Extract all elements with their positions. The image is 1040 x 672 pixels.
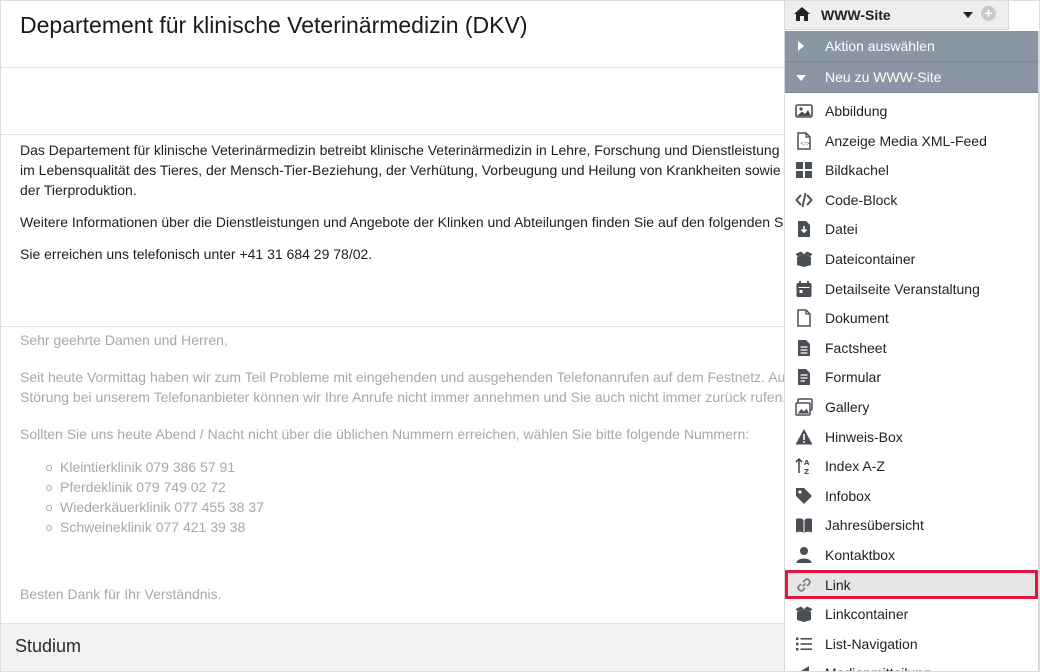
menu-item-dokument[interactable]: Dokument <box>785 303 1038 333</box>
menu-item-label: Dokument <box>825 310 889 327</box>
menu-item-gallery[interactable]: Gallery <box>785 392 1038 422</box>
person-icon <box>795 546 813 564</box>
menu-action-label: Aktion auswählen <box>825 38 935 54</box>
menu-item-label: Datei <box>825 221 858 238</box>
notice-paragraph: Seit heute Vormittag haben wir zum Teil … <box>20 369 787 405</box>
menu-item-kontaktbox[interactable]: Kontaktbox <box>785 540 1038 570</box>
menu-item-dateicontainer[interactable]: Dateicontainer <box>785 244 1038 274</box>
menu-item-label: Jahresübersicht <box>825 517 924 534</box>
menu-item-label: Medienmitteilung <box>825 665 931 671</box>
intro-paragraph: Das Departement für klinische Veterinärm… <box>20 142 781 198</box>
box-icon <box>795 250 813 268</box>
tag-icon <box>795 487 813 505</box>
menu-item-label: Formular <box>825 369 882 386</box>
section-title: Studium <box>15 636 82 656</box>
menu-new-label: Neu zu WWW-Site <box>825 69 942 85</box>
form-icon <box>795 368 813 386</box>
menu-item-label: Abbildung <box>825 103 888 119</box>
site-label: WWW-Site <box>821 7 891 23</box>
menu-item-medienmitteilung[interactable]: Medienmitteilung <box>785 658 1038 671</box>
document-icon <box>795 309 813 327</box>
menu-item-label: List-Navigation <box>825 635 918 652</box>
sort-az-icon: AZ <box>795 457 813 476</box>
menu-item-label: Gallery <box>825 398 870 415</box>
menu-item-anzeige-media-xml-feed[interactable]: </> Anzeige Media XML-Feed <box>785 126 1038 156</box>
site-dropdown-toggle[interactable]: WWW-Site + <box>784 1 1009 30</box>
menu-item-datei[interactable]: Datei <box>785 214 1038 244</box>
factsheet-icon <box>795 339 813 357</box>
book-icon <box>795 516 813 534</box>
code-icon <box>795 191 813 209</box>
calendar-icon <box>795 280 813 298</box>
caret-down-icon <box>796 75 806 81</box>
menu-item-label: Code-Block <box>825 191 898 208</box>
menu-item-label: Hinweis-Box <box>825 428 903 445</box>
menu-list: Abbildung </> Anzeige Media XML-Feed Bildka… <box>785 93 1038 671</box>
file-download-icon <box>795 220 813 238</box>
page-title: Departement für klinische Veterinärmediz… <box>20 12 528 38</box>
menu-item-formular[interactable]: Formular <box>785 362 1038 392</box>
svg-text:Z: Z <box>804 468 809 475</box>
svg-text:A: A <box>804 459 810 467</box>
menu-item-link[interactable]: Link <box>785 569 1038 600</box>
menu-item-hinweis-box[interactable]: Hinweis-Box <box>785 422 1038 452</box>
link-icon <box>795 576 813 594</box>
menu-action-select[interactable]: Aktion auswählen <box>785 31 1038 62</box>
menu-item-label: Index A-Z <box>825 458 885 475</box>
menu-item-label: Anzeige Media XML-Feed <box>825 132 987 149</box>
page: Departement für klinische Veterinärmediz… <box>0 0 1040 672</box>
chevron-down-icon[interactable] <box>963 12 973 18</box>
menu-item-label: Dateicontainer <box>825 250 916 267</box>
menu-item-infobox[interactable]: Infobox <box>785 481 1038 511</box>
tiles-icon <box>795 161 813 179</box>
menu-item-label: Linkcontainer <box>825 606 909 623</box>
menu-item-detailseite-veranstaltung[interactable]: Detailseite Veranstaltung <box>785 274 1038 304</box>
menu-item-list-navigation[interactable]: List-Navigation <box>785 629 1038 659</box>
home-icon <box>794 7 810 21</box>
add-icon[interactable]: + <box>981 6 996 21</box>
menu-item-label: Detailseite Veranstaltung <box>825 280 980 297</box>
menu-item-label: Factsheet <box>825 339 887 356</box>
warning-icon <box>795 428 813 446</box>
menu-item-label: Infobox <box>825 487 871 504</box>
menu-item-factsheet[interactable]: Factsheet <box>785 333 1038 363</box>
menu-item-code-block[interactable]: Code-Block <box>785 185 1038 215</box>
menu-item-jahresübersicht[interactable]: Jahresübersicht <box>785 510 1038 540</box>
menu-item-abbildung[interactable]: Abbildung <box>785 96 1038 126</box>
menu-new-section[interactable]: Neu zu WWW-Site <box>785 62 1038 93</box>
notice-thanks: Besten Dank für Ihr Verständnis. <box>20 586 222 602</box>
menu-item-label: Bildkachel <box>825 162 889 179</box>
svg-text:</>: </> <box>800 141 810 147</box>
image-icon <box>795 102 813 120</box>
gallery-icon <box>795 398 813 416</box>
xml-file-icon: </> <box>795 131 813 150</box>
menu-item-label: Link <box>825 576 851 593</box>
menu-item-index-a-z[interactable]: A Z Index A-Z <box>785 451 1038 481</box>
caret-right-icon <box>798 41 804 51</box>
menu-item-bildkachel[interactable]: Bildkachel <box>785 155 1038 185</box>
list-icon <box>795 635 813 653</box>
box-icon <box>795 605 813 623</box>
megaphone-icon <box>795 664 813 671</box>
menu-item-label: Kontaktbox <box>825 546 896 563</box>
insert-menu: Aktion auswählen Neu zu WWW-Site Abbildu… <box>784 31 1039 671</box>
menu-item-linkcontainer[interactable]: Linkcontainer <box>785 599 1038 629</box>
